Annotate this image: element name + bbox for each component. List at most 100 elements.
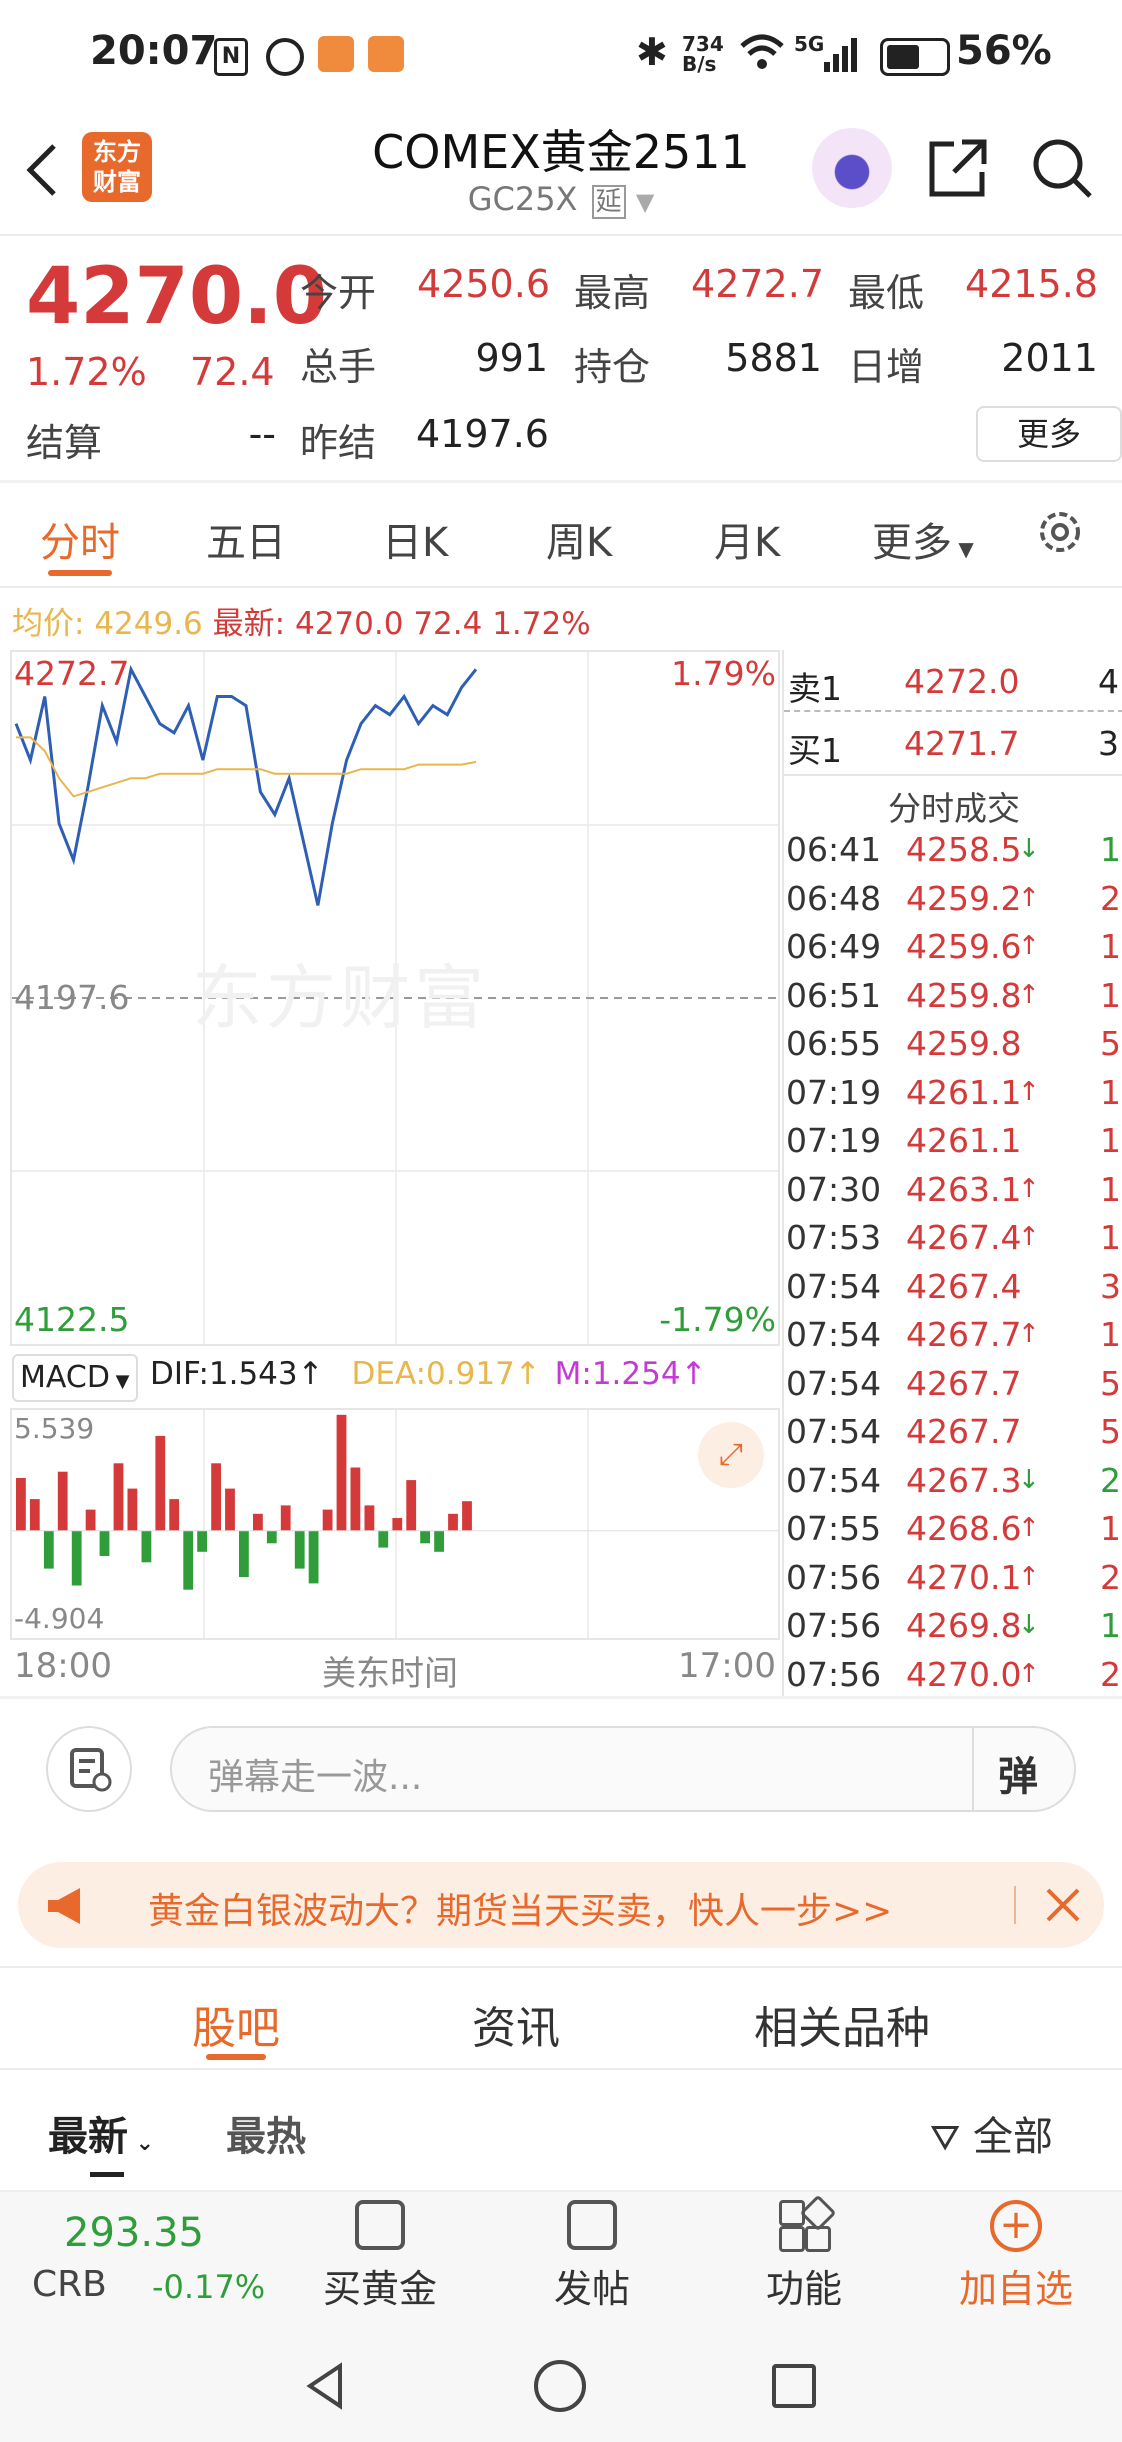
trade-direction: ↑ [1018,1173,1040,1204]
close-icon[interactable] [1042,1884,1084,1926]
trade-price: 4258.5 [906,830,1022,869]
function-button[interactable]: 功能 [724,2194,884,2320]
sort-latest[interactable]: 最新 ⌄ [48,2104,154,2162]
wifi-icon [740,32,784,72]
network-speed-value: 734 [682,32,724,56]
macd-bar [169,1499,180,1531]
intraday-chart[interactable]: 东方财富 4272.7 1.79% 4197.6 4122.5 -1.79% [10,650,780,1346]
tab-five-day[interactable]: 五日 [206,510,286,568]
last-price: 4270.0 [26,252,327,342]
expand-icon[interactable]: ⤢ [698,1422,764,1488]
macd-bar [280,1505,291,1531]
trade-price: 4267.7 [906,1412,1022,1451]
tab-intraday[interactable]: 分时 [40,510,120,568]
nav-home-icon[interactable] [534,2360,586,2412]
trade-time: 06:49 [786,927,882,966]
trade-price: 4259.8 [906,1024,1022,1063]
trade-direction: ↑ [1018,882,1040,913]
search-icon[interactable] [1030,136,1094,200]
tab-news[interactable]: 资讯 [472,1992,560,2056]
comment-input[interactable]: 弹幕走一波... 弹 [170,1726,1076,1812]
post-button[interactable]: 发帖 [512,2200,672,2320]
macd-chart[interactable]: 5.539 -4.904 ⤢ [10,1408,780,1640]
share-icon[interactable] [926,136,990,200]
trade-volume: 1 [1100,830,1121,869]
trade-volume: 2 [1100,878,1121,918]
high-label: 最高 [574,271,651,315]
trade-row: 07:54 4267.7 ↑ 1 [786,1315,1122,1363]
macd-bar [127,1488,138,1531]
latest-value: 4270.0 [294,606,404,642]
filter-label: 全部 [972,2114,1053,2160]
trade-volume: 5 [1100,1412,1121,1451]
trade-row: 07:19 4261.1 ↑ 1 [786,1073,1122,1121]
promo-banner[interactable]: 黄金白银波动大？期货当天买卖，快人一步>> [18,1862,1104,1948]
macd-selector-label: MACD [20,1360,110,1395]
macd-bar [350,1467,361,1531]
assistant-avatar[interactable] [812,128,892,208]
filter-button[interactable]: ⛛ 全部 [930,2104,1053,2162]
x-axis-start: 18:00 [14,1646,112,1686]
tab-monthly-k[interactable]: 月K [714,510,780,568]
tab-related[interactable]: 相关品种 [754,1992,930,2056]
macd-bar [211,1463,221,1531]
macd-dea: DEA:0.917 [351,1356,515,1392]
trade-time: 07:53 [786,1218,882,1257]
trade-price: 4259.6 [906,927,1022,966]
macd-bar [266,1530,277,1544]
trade-time: 06:55 [786,1024,882,1063]
settings-gear-icon[interactable] [1034,506,1086,558]
header: 东方 财富 COMEX黄金2511 GC25X 延 ▼ [0,110,1122,235]
more-quote-button[interactable]: 更多 [976,406,1122,462]
chart-watermark: 东方财富 [192,957,488,1039]
prev-settle-label: 昨结 [300,421,377,465]
trade-volume: 5 [1100,1363,1121,1403]
app-notification-icon [368,36,404,72]
trade-volume: 1 [1100,1509,1121,1548]
latest-label: 最新: [212,606,286,642]
chart-bottom-price: 4122.5 [14,1300,130,1339]
trade-price: 4267.7 [906,1363,1022,1403]
trade-time: 07:56 [786,1654,882,1694]
tab-weekly-k[interactable]: 周K [546,510,612,568]
sort-latest-underline [90,2172,124,2177]
crb-ticker[interactable]: 293.35 CRB -0.17% [24,2210,284,2320]
chart-mid-price: 4197.6 [14,978,130,1017]
tab-daily-k[interactable]: 日K [382,510,448,568]
buy-gold-button[interactable]: 买黄金 [300,2200,460,2320]
macd-selector[interactable]: MACD ▼ [12,1354,138,1402]
tab-active-underline [48,570,112,576]
change-pct: 1.72% [26,350,147,394]
tab-forum[interactable]: 股吧 [192,1992,280,2056]
nav-recents-icon[interactable] [772,2364,816,2408]
trade-price: 4267.3 [906,1460,1022,1500]
trade-volume: 1 [1100,1121,1121,1160]
app-notification-icon [318,36,354,72]
macd-bar [336,1414,347,1531]
buy-gold-label: 买黄金 [322,2267,437,2311]
comment-placeholder: 弹幕走一波... [208,1757,423,1798]
macd-values: DIF:1.543↑ DEA:0.917↑ M:1.254↑ [150,1356,707,1392]
comment-list-icon[interactable] [46,1726,132,1812]
trade-time: 06:48 [786,878,882,918]
add-watchlist-button[interactable]: + 加自选 [936,2200,1096,2320]
trade-row: 06:48 4259.2 ↑ 2 [786,879,1122,927]
nav-back-icon[interactable] [300,2360,352,2412]
trade-volume: 2 [1100,1654,1121,1694]
macd-bar [448,1513,458,1531]
macd-bar [113,1463,124,1531]
danmaku-send-button[interactable]: 弹 [998,1744,1038,1802]
sort-hot[interactable]: 最热 [226,2104,306,2162]
tab-more[interactable]: 更多 ▼ [872,510,974,568]
trade-time: 07:54 [786,1412,882,1451]
open-interest-label: 持仓 [574,345,651,389]
trade-direction: ↑ [1018,979,1040,1010]
macd-bar [434,1530,444,1552]
trade-direction: ↑ [1018,1658,1040,1689]
bluetooth-icon: ✱ [636,30,668,74]
trade-time: 07:55 [786,1509,882,1548]
macd-bar [294,1530,305,1569]
change-value: 72.4 [190,350,275,394]
trade-row: 07:54 4267.3 ↓ 2 [786,1461,1122,1509]
macd-bar [253,1513,263,1531]
